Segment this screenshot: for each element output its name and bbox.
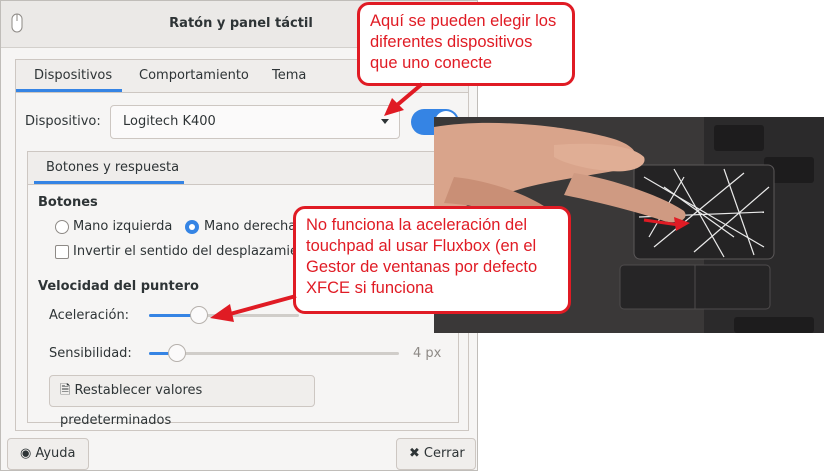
annotation-line: Gestor de ventanas por defecto xyxy=(306,258,538,276)
annotation-line: No funciona la aceleración del xyxy=(306,216,528,234)
close-button[interactable]: ✖ Cerrar xyxy=(396,438,476,470)
annotation-arrow-acceleration xyxy=(210,294,297,322)
sensitivity-slider-track[interactable] xyxy=(149,352,399,355)
sensitivity-value: 4 px xyxy=(413,346,442,361)
document-revert-icon: 🗎 xyxy=(60,383,71,398)
help-button[interactable]: ◉ Ayuda xyxy=(7,438,89,470)
inner-tab-bar: Botones y respuesta xyxy=(28,152,458,185)
tab-dispositivos[interactable]: Dispositivos xyxy=(34,60,112,92)
radio-right-hand[interactable] xyxy=(185,220,199,234)
sensitivity-label: Sensibilidad: xyxy=(49,346,132,361)
annotation-line: que uno conecte xyxy=(370,54,493,72)
tab-tema[interactable]: Tema xyxy=(272,60,306,92)
close-icon: ✖ xyxy=(409,446,420,461)
radio-left-hand[interactable] xyxy=(55,220,69,234)
device-dropdown-value: Logitech K400 xyxy=(123,114,216,129)
reverse-scroll-label: Invertir el sentido del desplazamiento xyxy=(73,244,293,259)
section-pointer-speed-title: Velocidad del puntero xyxy=(38,279,199,294)
active-tab-indicator xyxy=(16,89,122,92)
annotation-line: Aquí se pueden elegir los xyxy=(370,12,557,30)
reverse-scroll-checkbox[interactable] xyxy=(55,245,69,259)
annotation-line: diferentes dispositivos xyxy=(370,33,533,51)
radio-right-hand-label: Mano derecha xyxy=(204,219,297,234)
inner-active-tab-indicator xyxy=(34,181,184,184)
device-dropdown[interactable]: Logitech K400 xyxy=(110,105,400,139)
radio-left-hand-label: Mano izquierda xyxy=(73,219,173,234)
device-label: Dispositivo: xyxy=(25,114,101,129)
sensitivity-slider-knob[interactable] xyxy=(168,344,186,362)
annotation-arrow-devices xyxy=(384,82,424,116)
annotation-line: XFCE si funciona xyxy=(306,279,434,297)
window-title: Ratón y panel táctil xyxy=(169,16,313,31)
annotation-callout-devices: Aquí se pueden elegir los diferentes dis… xyxy=(357,2,575,86)
help-label: Ayuda xyxy=(35,446,76,461)
acceleration-label: Aceleración: xyxy=(49,308,130,323)
tab-botones-respuesta[interactable]: Botones y respuesta xyxy=(46,152,179,184)
section-buttons-title: Botones xyxy=(38,195,98,210)
mouse-icon xyxy=(11,13,23,33)
annotation-callout-acceleration: No funciona la aceleración del touchpad … xyxy=(293,206,571,314)
annotation-line: touchpad al usar Fluxbox (en el xyxy=(306,237,537,255)
close-label: Cerrar xyxy=(423,446,465,461)
tab-comportamiento[interactable]: Comportamiento xyxy=(139,60,249,92)
lifebuoy-icon: ◉ xyxy=(20,446,32,461)
reset-defaults-button[interactable]: 🗎 Restablecer valores predeterminados xyxy=(49,375,315,428)
